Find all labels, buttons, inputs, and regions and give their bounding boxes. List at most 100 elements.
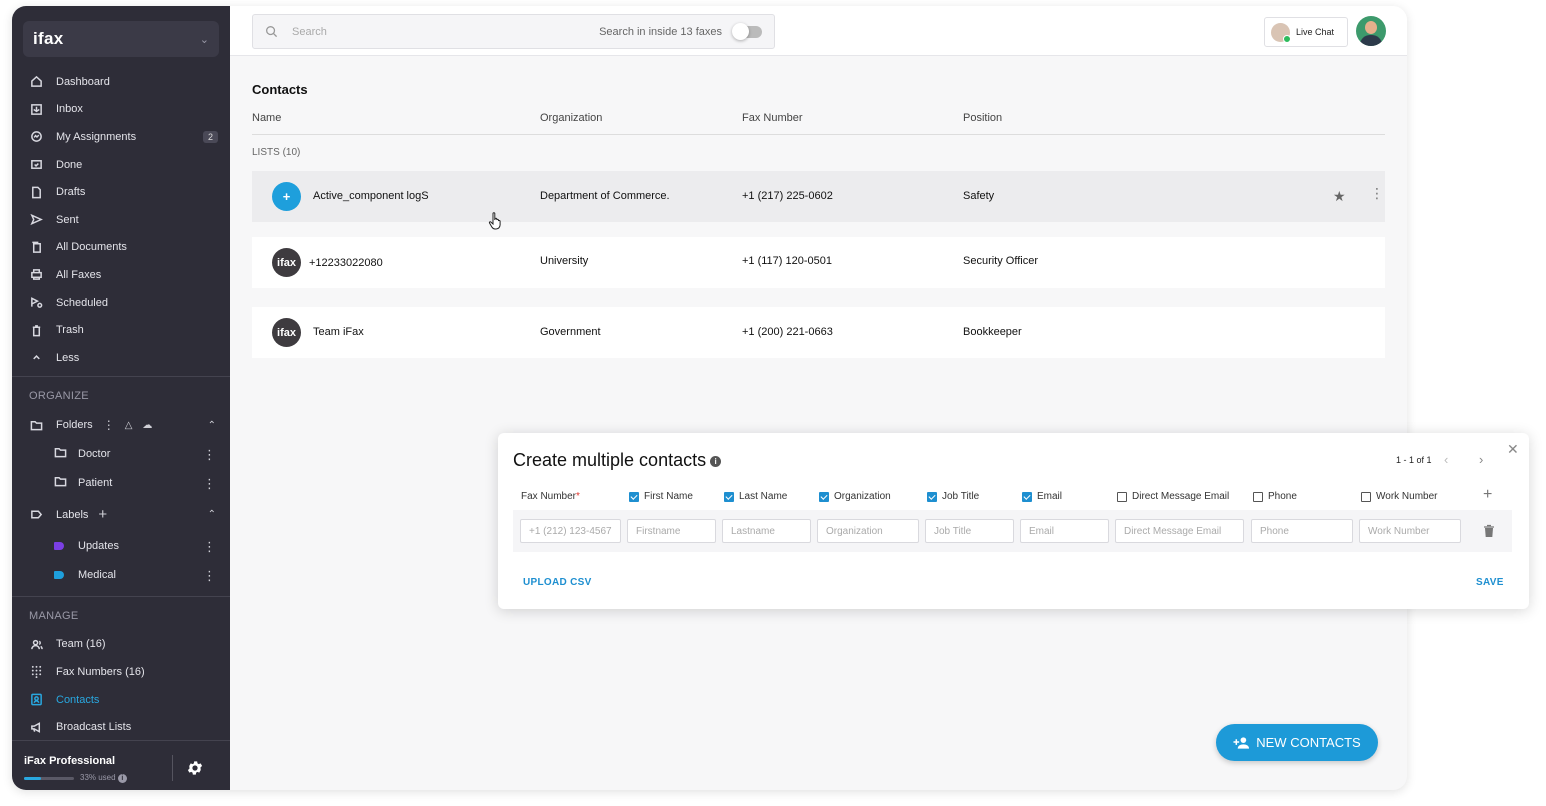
label-more-icon[interactable]: ⋮ [203,569,216,582]
nav-sent[interactable]: Sent [12,206,230,234]
dialog-title: Create multiple contacts i [513,450,722,471]
main-nav: Dashboard Inbox My Assignments 2 Done Dr… [12,68,230,741]
column-email[interactable]: Email [1022,491,1062,502]
top-bar: Search Search in inside 13 faxes Live Ch… [230,6,1407,56]
contact-organization: Department of Commerce. [540,190,670,202]
phone-checkbox[interactable] [1253,491,1263,502]
folders-header[interactable]: Folders ⋮ △ ☁ ⌃ [12,411,230,440]
nav-drafts[interactable]: Drafts [12,178,230,206]
save-button[interactable]: SAVE [1476,577,1504,588]
column-direct-message-email[interactable]: Direct Message Email [1117,491,1229,502]
drive-icon[interactable]: △ [125,420,133,431]
search-box[interactable]: Search Search in inside 13 faxes [252,14,775,49]
nav-all-faxes[interactable]: All Faxes [12,261,230,289]
work-number-field[interactable]: Work Number [1359,519,1461,543]
contact-position: Safety [963,190,995,202]
add-label-icon[interactable]: + [98,506,107,523]
first-name-field[interactable]: Firstname [627,519,716,543]
column-first-name[interactable]: First Name [629,491,693,502]
gear-icon[interactable] [186,759,204,777]
column-header-organization[interactable]: Organization [540,112,602,124]
delete-row-icon[interactable] [1483,524,1495,538]
table-row[interactable]: + Active_component logS Department of Co… [252,171,1385,222]
nav-contacts[interactable]: Contacts [12,686,230,714]
organization-field[interactable]: Organization [817,519,919,543]
nav-my-assignments[interactable]: My Assignments 2 [12,123,230,151]
labels-header[interactable]: Labels + ⌃ [12,498,230,532]
column-job-title[interactable]: Job Title [927,491,979,502]
phone-field[interactable]: Phone [1251,519,1353,543]
search-input[interactable]: Search [292,26,327,38]
upload-csv-button[interactable]: UPLOAD CSV [523,577,592,588]
email-field[interactable]: Email [1020,519,1109,543]
folder-doctor[interactable]: Doctor ⋮ [12,440,230,469]
usage-text: 33% used i [80,773,127,783]
chevron-left-icon[interactable]: ‹ [1444,452,1448,467]
label-updates[interactable]: Updates ⋮ [12,532,230,561]
nav-team[interactable]: Team (16) [12,631,230,659]
organization-checkbox[interactable] [819,491,829,502]
contact-name: Team iFax [313,326,364,338]
nav-done[interactable]: Done [12,151,230,179]
table-row[interactable]: ifax +12233022080 University +1 (117) 12… [252,237,1385,288]
column-header-position[interactable]: Position [963,112,1002,124]
label-medical[interactable]: Medical ⋮ [12,561,230,590]
inbox-icon [28,101,44,117]
add-person-icon [1233,736,1250,749]
user-avatar[interactable] [1356,16,1386,46]
add-icon[interactable]: + [272,182,301,211]
cloud-icon[interactable]: ☁ [142,420,152,431]
table-row[interactable]: ifax Team iFax Government +1 (200) 221-0… [252,307,1385,358]
folder-more-icon[interactable]: ⋮ [203,448,216,461]
close-icon[interactable]: ✕ [1507,441,1519,458]
label-more-icon[interactable]: ⋮ [203,540,216,553]
folder-more-icon[interactable]: ⋮ [203,477,216,490]
contact-fax: +1 (217) 225-0602 [742,190,833,202]
last-name-field[interactable]: Lastname [722,519,811,543]
column-last-name[interactable]: Last Name [724,491,787,502]
ifax-avatar: ifax [272,248,301,277]
folder-patient[interactable]: Patient ⋮ [12,469,230,498]
sidebar-divider [12,375,230,377]
hand-cursor-icon [488,212,501,230]
column-work-number[interactable]: Work Number [1361,491,1438,502]
job-title-field[interactable]: Job Title [925,519,1014,543]
nav-inbox[interactable]: Inbox [12,96,230,124]
nav-broadcast-lists[interactable]: Broadcast Lists [12,713,230,741]
fax-number-field[interactable]: +1 (212) 123-4567 [520,519,621,543]
column-phone[interactable]: Phone [1253,491,1297,502]
info-icon[interactable]: i [710,455,722,467]
email-checkbox[interactable] [1022,491,1032,502]
nav-fax-numbers[interactable]: Fax Numbers (16) [12,658,230,686]
add-column-icon[interactable]: + [1483,486,1492,504]
search-inside-toggle[interactable] [732,22,762,40]
star-icon[interactable]: ★ [1333,188,1346,205]
first-name-checkbox[interactable] [629,491,639,502]
nav-trash[interactable]: Trash [12,316,230,344]
new-contacts-button[interactable]: NEW CONTACTS [1216,724,1378,761]
info-icon: i [117,774,127,783]
column-header-name[interactable]: Name [252,112,281,124]
column-organization[interactable]: Organization [819,491,891,502]
documents-icon [28,239,44,255]
nav-scheduled[interactable]: Scheduled [12,289,230,317]
folder-icon [28,417,44,433]
printer-icon [28,267,44,283]
collapse-folders-icon[interactable]: ⌃ [208,420,216,431]
nav-less[interactable]: Less [12,344,230,372]
folders-more-icon[interactable]: ⋮ [103,418,115,432]
job-title-checkbox[interactable] [927,491,937,502]
last-name-checkbox[interactable] [724,491,734,502]
account-switcher[interactable]: ifax ⌄ [23,21,219,57]
collapse-labels-icon[interactable]: ⌃ [208,509,216,520]
nav-all-documents[interactable]: All Documents [12,234,230,262]
direct-message-email-checkbox[interactable] [1117,491,1127,502]
live-chat-button[interactable]: Live Chat [1264,17,1348,47]
support-agent-avatar [1271,22,1291,43]
direct-message-email-field[interactable]: Direct Message Email [1115,519,1244,543]
chevron-right-icon[interactable]: › [1479,452,1483,467]
column-header-fax-number[interactable]: Fax Number [742,112,803,124]
more-vertical-icon[interactable]: ⋮ [1370,186,1384,200]
work-number-checkbox[interactable] [1361,491,1371,502]
nav-dashboard[interactable]: Dashboard [12,68,230,96]
